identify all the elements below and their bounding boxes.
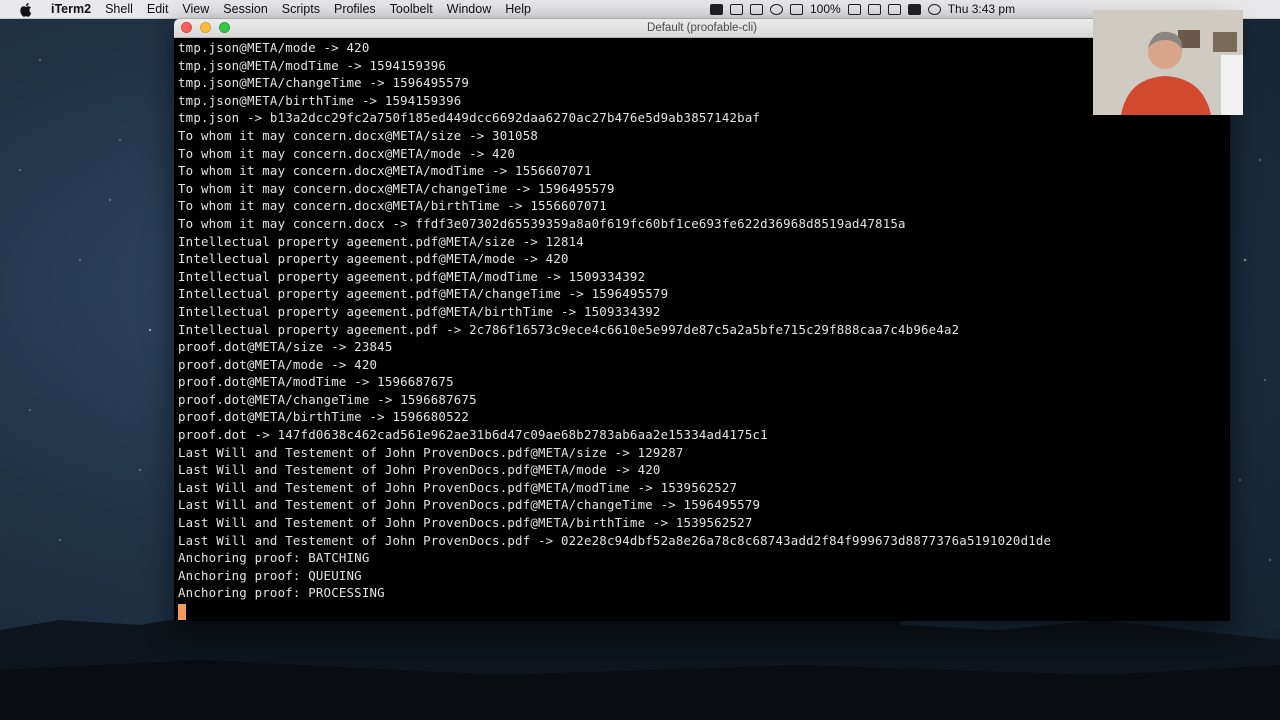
terminal-line: To whom it may concern.docx -> ffdf3e073… xyxy=(178,215,906,231)
menu-window[interactable]: Window xyxy=(440,0,498,18)
status-area: 100% Thu 3:43 pm xyxy=(710,0,1015,18)
clock[interactable]: Thu 3:43 pm xyxy=(948,2,1015,16)
terminal-line: Last Will and Testement of John ProvenDo… xyxy=(178,532,1052,548)
muted-icon[interactable] xyxy=(730,3,743,15)
airplay-icon[interactable] xyxy=(867,3,881,15)
terminal-line: proof.dot@META/birthTime -> 1596680522 xyxy=(178,409,470,425)
record-icon[interactable] xyxy=(710,3,723,15)
terminal-line: Intellectual property ageement.pdf@META/… xyxy=(178,251,569,267)
menu-scripts[interactable]: Scripts xyxy=(275,0,327,18)
cloud-icon[interactable] xyxy=(907,3,921,15)
terminal-line: To whom it may concern.docx@META/changeT… xyxy=(178,180,615,196)
terminal-line: tmp.json@META/changeTime -> 1596495579 xyxy=(178,75,470,91)
terminal-line: proof.dot -> 147fd0638c462cad561e962ae31… xyxy=(178,427,768,443)
keyboard-icon[interactable] xyxy=(887,3,901,15)
volume-icon[interactable] xyxy=(790,3,803,15)
terminal-line: Intellectual property ageement.pdf@META/… xyxy=(178,268,646,284)
terminal-line: Intellectual property ageement.pdf@META/… xyxy=(178,233,584,249)
terminal-line: tmp.json -> b13a2dcc29fc2a750f185ed449dc… xyxy=(178,110,761,126)
terminal-line: Intellectual property ageement.pdf -> 2c… xyxy=(178,321,960,337)
terminal-line: tmp.json@META/birthTime -> 1594159396 xyxy=(178,92,462,108)
terminal-line: proof.dot@META/mode -> 420 xyxy=(178,356,378,372)
window-titlebar[interactable]: Default (proofable-cli) xyxy=(174,19,1230,38)
terminal-line: tmp.json@META/mode -> 420 xyxy=(178,40,370,55)
terminal-line: Last Will and Testement of John ProvenDo… xyxy=(178,444,684,460)
menu-view[interactable]: View xyxy=(175,0,216,18)
menu-app-name[interactable]: iTerm2 xyxy=(44,0,98,18)
terminal-line: To whom it may concern.docx@META/modTime… xyxy=(178,163,592,179)
menu-shell[interactable]: Shell xyxy=(98,0,140,18)
menu-profiles[interactable]: Profiles xyxy=(327,0,383,18)
menu-edit[interactable]: Edit xyxy=(140,0,176,18)
terminal-output[interactable]: tmp.json@META/mode -> 420 tmp.json@META/m… xyxy=(178,39,1226,621)
terminal-window: Default (proofable-cli) tmp.json@META/mo… xyxy=(174,19,1230,621)
window-title: Default (proofable-cli) xyxy=(647,22,757,34)
terminal-line: To whom it may concern.docx@META/mode ->… xyxy=(178,145,516,161)
terminal-line: Last Will and Testement of John ProvenDo… xyxy=(178,479,738,495)
menu-session[interactable]: Session xyxy=(216,0,274,18)
apple-menu-icon[interactable] xyxy=(16,0,34,18)
terminal-line: Intellectual property ageement.pdf@META/… xyxy=(178,286,669,302)
terminal-line: Anchoring proof: QUEUING xyxy=(178,567,362,583)
terminal-cursor xyxy=(178,604,186,620)
terminal-line: Anchoring proof: BATCHING xyxy=(178,550,370,566)
terminal-line: proof.dot@META/modTime -> 1596687675 xyxy=(178,374,454,390)
terminal-line: Last Will and Testement of John ProvenDo… xyxy=(178,515,753,531)
terminal-line: Anchoring proof: PROCESSING xyxy=(178,585,385,601)
menu-toolbelt[interactable]: Toolbelt xyxy=(383,0,440,18)
terminal-line: proof.dot@META/size -> 23845 xyxy=(178,339,393,355)
menu-bar: iTerm2 Shell Edit View Session Scripts P… xyxy=(0,0,1280,19)
terminal-line: To whom it may concern.docx@META/size ->… xyxy=(178,127,539,143)
terminal-line: Intellectual property ageement.pdf@META/… xyxy=(178,303,661,319)
terminal-line: To whom it may concern.docx@META/birthTi… xyxy=(178,198,607,214)
terminal-line: proof.dot@META/changeTime -> 1596687675 xyxy=(178,391,477,407)
battery-icon[interactable] xyxy=(847,3,861,15)
prompt-line[interactable] xyxy=(178,602,1226,620)
wifi-icon[interactable] xyxy=(770,3,783,15)
terminal-line: tmp.json@META/modTime -> 1594159396 xyxy=(178,57,447,73)
webcam-overlay xyxy=(1093,10,1243,115)
battery-percent: 100% xyxy=(810,2,841,16)
terminal-line: Last Will and Testement of John ProvenDo… xyxy=(178,497,761,513)
menu-help[interactable]: Help xyxy=(498,0,538,18)
timemachine-icon[interactable] xyxy=(927,3,941,15)
clipboard-icon[interactable] xyxy=(750,3,763,15)
terminal-line: Last Will and Testement of John ProvenDo… xyxy=(178,462,661,478)
